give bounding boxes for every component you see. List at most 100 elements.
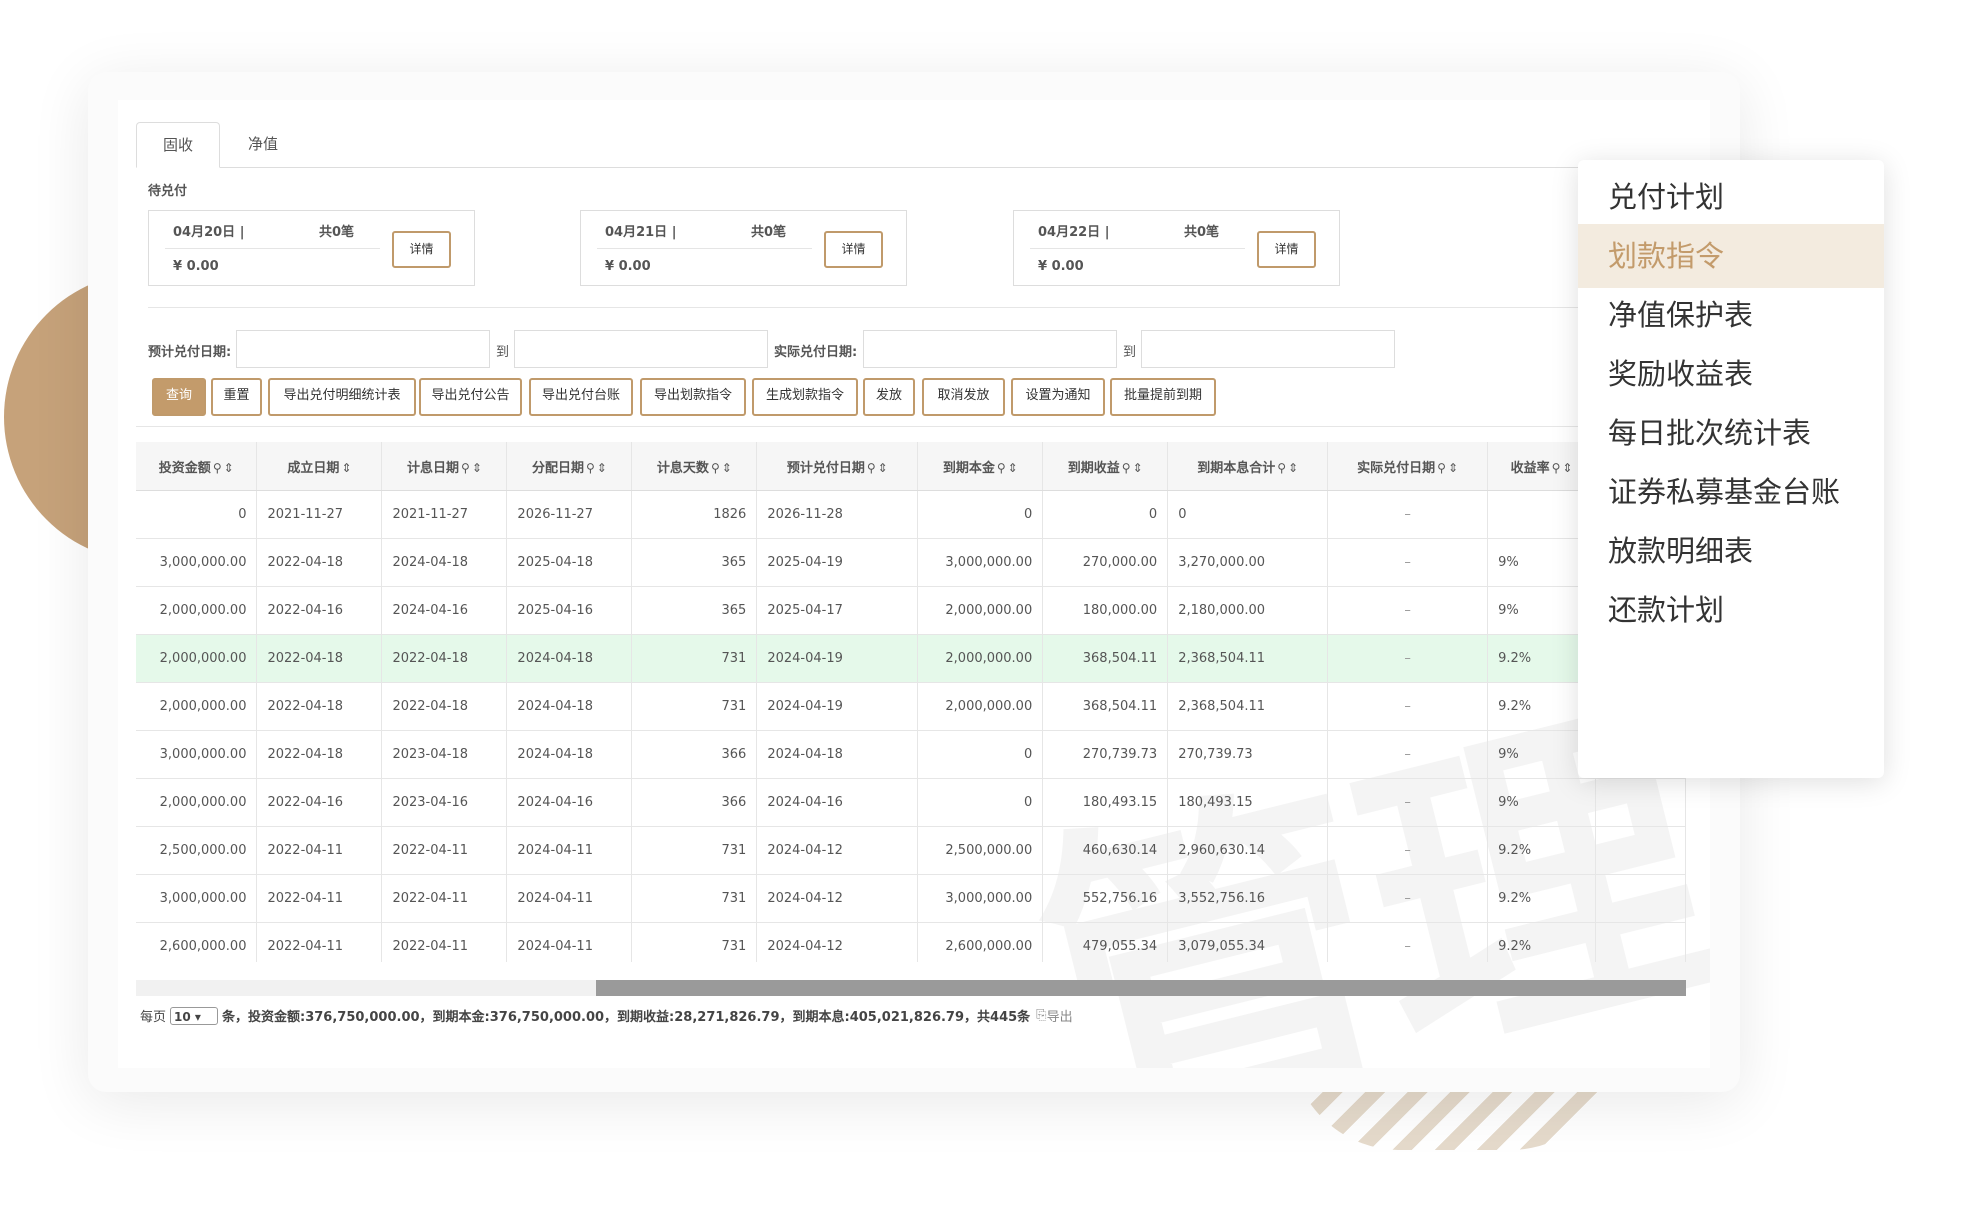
expected-date-end-input[interactable] [514, 330, 768, 368]
sort-icon: ⇕ [341, 460, 352, 475]
pending-date: 04月21日 | [605, 225, 677, 240]
table-cell: 2022-04-18 [381, 682, 508, 731]
export-transfer-instruction-button[interactable]: 导出划款指令 [640, 378, 746, 416]
table-cell: 1826 [631, 490, 758, 539]
menu-item[interactable]: 证券私募基金台账 [1578, 460, 1884, 524]
actual-date-start-input[interactable] [863, 330, 1117, 368]
export-notice-button[interactable]: 导出兑付公告 [419, 378, 522, 416]
table-row[interactable]: 2,500,000.00 2022-04-11 2022-04-11 2024-04-… [136, 826, 1686, 875]
table-cell: 368,504.11 [1042, 634, 1169, 683]
pending-date: 04月22日 | [1038, 225, 1110, 240]
export-detail-stats-button[interactable]: 导出兑付明细统计表 [268, 378, 416, 416]
table-row[interactable]: 2,000,000.00 2022-04-18 2022-04-18 2024-04-… [136, 682, 1686, 731]
column-header[interactable]: 计息日期 ⚲ ⇕ [381, 442, 508, 491]
table-row[interactable]: 2,000,000.00 2022-04-18 2022-04-18 2024-04-… [136, 634, 1686, 683]
table-cell-empty [1595, 874, 1686, 923]
table-row[interactable]: 0 2021-11-27 2021-11-27 2026-11-27 1826 2026-… [136, 490, 1686, 539]
table-cell: 2024-04-18 [506, 730, 633, 779]
horizontal-scrollbar[interactable] [136, 980, 1686, 996]
table-cell: 2022-04-16 [256, 778, 383, 827]
menu-item[interactable]: 奖励收益表 [1578, 342, 1884, 406]
detail-button[interactable]: 详情 [1257, 231, 1316, 268]
menu-item[interactable]: 每日批次统计表 [1578, 401, 1884, 465]
generate-transfer-instruction-button[interactable]: 生成划款指令 [752, 378, 858, 416]
menu-item[interactable]: 放款明细表 [1578, 519, 1884, 583]
divider [136, 426, 1710, 427]
table-cell: 2024-04-19 [756, 634, 919, 683]
table-cell: 552,756.16 [1042, 874, 1169, 923]
table-cell: 270,000.00 [1042, 538, 1169, 587]
batch-early-maturity-button[interactable]: 批量提前到期 [1110, 378, 1216, 416]
table-cell: 2024-04-16 [506, 778, 633, 827]
search-icon: ⚲ [1121, 460, 1131, 475]
pending-box-2: 04月21日 | 共0笔 ¥ 0.00 详情 [580, 210, 907, 286]
table-row[interactable]: 3,000,000.00 2022-04-18 2023-04-18 2024-04-… [136, 730, 1686, 779]
issue-button[interactable]: 发放 [863, 378, 915, 416]
export-ledger-button[interactable]: 导出兑付台账 [529, 378, 633, 416]
search-icon: ⚲ [212, 460, 222, 475]
table-cell: 2,000,000.00 [917, 586, 1044, 635]
scrollbar-thumb[interactable] [596, 980, 1686, 996]
table-cell: 2024-04-16 [756, 778, 919, 827]
table-row[interactable]: 3,000,000.00 2022-04-18 2024-04-18 2025-04-… [136, 538, 1686, 587]
table-row[interactable]: 2,000,000.00 2022-04-16 2023-04-16 2024-04-… [136, 778, 1686, 827]
column-header[interactable]: 到期收益 ⚲ ⇕ [1042, 442, 1169, 491]
table-cell: 2022-04-11 [381, 874, 508, 923]
per-page-select[interactable]: 10 ▾ [170, 1006, 219, 1025]
reset-button[interactable]: 重置 [211, 378, 262, 416]
tab-fixed-income[interactable]: 固收 [136, 122, 220, 168]
column-header[interactable]: 分配日期 ⚲ ⇕ [506, 442, 633, 491]
table-cell: 2,000,000.00 [917, 682, 1044, 731]
menu-item[interactable]: 划款指令 [1578, 224, 1884, 288]
table-cell: 9% [1487, 778, 1597, 827]
search-icon: ⚲ [866, 460, 876, 475]
detail-button[interactable]: 详情 [392, 231, 451, 268]
table-cell-empty [1595, 922, 1686, 962]
column-header[interactable]: 到期本息合计 ⚲ ⇕ [1167, 442, 1329, 491]
column-header[interactable]: 实际兑付日期 ⚲ ⇕ [1327, 442, 1489, 491]
table-cell: 2,180,000.00 [1167, 586, 1329, 635]
actual-date-end-input[interactable] [1141, 330, 1395, 368]
expected-date-start-input[interactable] [236, 330, 490, 368]
table-row[interactable]: 3,000,000.00 2022-04-11 2022-04-11 2024-04-… [136, 874, 1686, 923]
table-cell: 0 [1042, 490, 1169, 539]
detail-button[interactable]: 详情 [824, 231, 883, 268]
table-footer: 每页 10 ▾ 条，投资金额:376,750,000.00，到期本金:376,7… [140, 1006, 1073, 1025]
menu-item[interactable]: 净值保护表 [1578, 283, 1884, 347]
column-header[interactable]: 到期本金 ⚲ ⇕ [917, 442, 1044, 491]
table-cell: 2,000,000.00 [136, 586, 258, 635]
table-cell: 2024-04-12 [756, 922, 919, 962]
table-cell: 2024-04-11 [506, 826, 633, 875]
sort-icon: ⇕ [721, 460, 732, 475]
export-icon[interactable]: ⎘ [1036, 1008, 1046, 1023]
table-row[interactable]: 2,600,000.00 2022-04-11 2022-04-11 2024-04-… [136, 922, 1686, 962]
export-link[interactable]: 导出 [1047, 1006, 1073, 1025]
table-cell: 270,739.73 [1042, 730, 1169, 779]
table-row[interactable]: 2,000,000.00 2022-04-16 2024-04-16 2025-04-… [136, 586, 1686, 635]
table-cell: 731 [631, 682, 758, 731]
column-header[interactable]: 预计兑付日期 ⚲ ⇕ [756, 442, 919, 491]
table-cell: 2022-04-18 [256, 730, 383, 779]
pending-date: 04月20日 | [173, 225, 245, 240]
actual-date-label: 实际兑付日期: [774, 345, 858, 360]
tab-net-value[interactable]: 净值 [222, 122, 304, 166]
table-cell: 2024-04-12 [756, 874, 919, 923]
summary-text: 条，投资金额:376,750,000.00，到期本金:376,750,000.0… [222, 1010, 1031, 1025]
column-header[interactable]: 计息天数 ⚲ ⇕ [631, 442, 758, 491]
menu-item[interactable]: 还款计划 [1578, 578, 1884, 642]
column-header[interactable]: 成立日期 ⇕ [256, 442, 383, 491]
menu-item[interactable]: 兑付计划 [1578, 165, 1884, 229]
column-header[interactable]: 投资金额 ⚲ ⇕ [136, 442, 258, 491]
table-cell: 2022-04-18 [256, 682, 383, 731]
search-icon: ⚲ [1551, 460, 1561, 475]
cancel-issue-button[interactable]: 取消发放 [922, 378, 1005, 416]
table-cell: – [1327, 538, 1489, 587]
table-cell: 2023-04-18 [381, 730, 508, 779]
table-cell: 270,739.73 [1167, 730, 1329, 779]
table-cell: 9.2% [1487, 874, 1597, 923]
set-as-notice-button[interactable]: 设置为通知 [1011, 378, 1105, 416]
table-cell: – [1327, 682, 1489, 731]
table-cell: 180,000.00 [1042, 586, 1169, 635]
query-button[interactable]: 查询 [152, 378, 206, 416]
table-cell: 2022-04-18 [256, 538, 383, 587]
